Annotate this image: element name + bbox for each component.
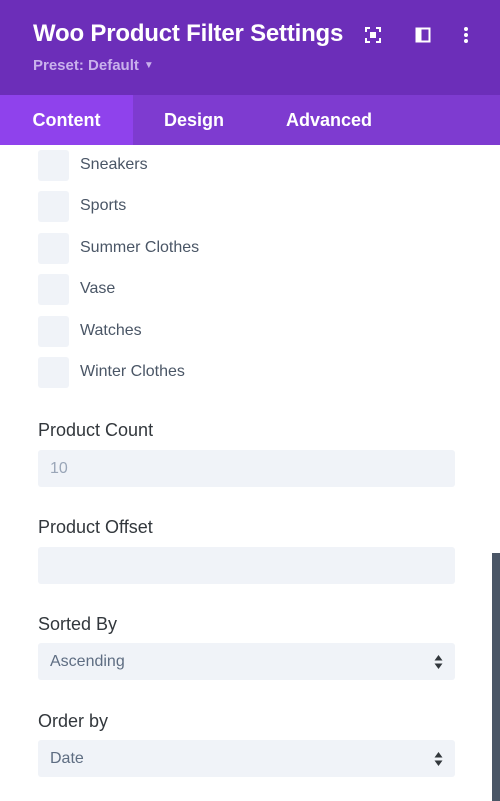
- category-checkbox[interactable]: [38, 190, 69, 222]
- category-label: Vase: [80, 280, 116, 297]
- product-count-input[interactable]: 10: [38, 450, 455, 487]
- scrollbar[interactable]: [492, 553, 500, 801]
- category-item[interactable]: Vase: [38, 273, 115, 305]
- product-offset-label: Product Offset: [38, 517, 153, 537]
- sorted-by-value: Ascending: [50, 652, 125, 670]
- settings-tabs: Content Design Advanced: [0, 95, 500, 145]
- caret-down-icon: ▼: [143, 59, 154, 71]
- category-label: Winter Clothes: [80, 363, 185, 380]
- product-count-value: 10: [50, 459, 68, 477]
- category-item[interactable]: Summer Clothes: [38, 232, 199, 264]
- category-item[interactable]: Winter Clothes: [38, 356, 185, 388]
- category-item[interactable]: Watches: [38, 315, 142, 347]
- sorted-by-label: Sorted By: [38, 614, 118, 634]
- category-checkbox[interactable]: [38, 315, 69, 347]
- category-label: Sports: [80, 197, 127, 214]
- select-arrows-icon: [434, 752, 443, 766]
- product-offset-input[interactable]: [38, 547, 455, 584]
- preset-label: Preset: Default: [33, 57, 139, 74]
- sidebar-layout-icon[interactable]: [412, 24, 434, 46]
- category-item[interactable]: Sports: [38, 190, 126, 222]
- category-checkbox[interactable]: [38, 273, 69, 305]
- product-count-label: Product Count: [38, 420, 154, 440]
- panel-title: Woo Product Filter Settings: [33, 20, 344, 47]
- category-checkbox[interactable]: [38, 356, 69, 388]
- order-by-label: Order by: [38, 711, 109, 731]
- category-label: Watches: [80, 322, 142, 339]
- settings-header: Woo Product Filter Settings Preset: Defa…: [0, 0, 500, 95]
- category-item[interactable]: Sneakers: [38, 149, 148, 181]
- tab-design[interactable]: Design: [133, 95, 255, 145]
- tab-content[interactable]: Content: [0, 95, 133, 145]
- category-label: Summer Clothes: [80, 239, 200, 256]
- focus-icon[interactable]: [362, 24, 384, 46]
- category-checkbox[interactable]: [38, 232, 69, 264]
- preset-dropdown[interactable]: Preset: Default ▼: [33, 57, 154, 74]
- order-by-value: Date: [50, 749, 84, 767]
- category-checkbox[interactable]: [38, 149, 69, 181]
- select-arrows-icon: [434, 655, 443, 669]
- tab-advanced[interactable]: Advanced: [255, 95, 403, 145]
- sorted-by-select[interactable]: Ascending: [38, 643, 455, 680]
- category-label: Sneakers: [80, 156, 148, 173]
- more-vertical-icon[interactable]: [455, 24, 477, 46]
- order-by-select[interactable]: Date: [38, 740, 455, 777]
